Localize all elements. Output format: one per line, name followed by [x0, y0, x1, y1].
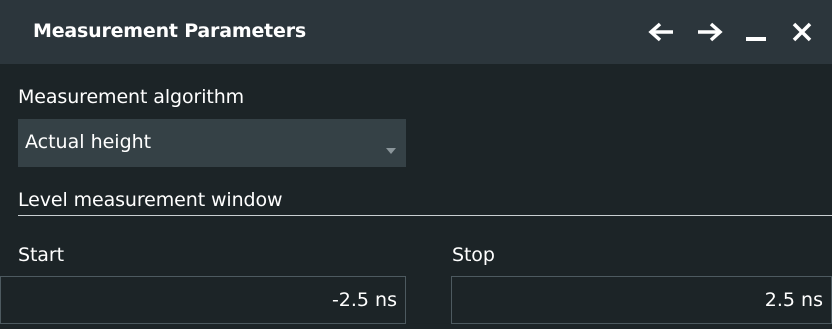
minimize-button[interactable] — [740, 14, 772, 50]
algorithm-dropdown[interactable]: Actual height — [18, 119, 406, 167]
algorithm-selected-value: Actual height — [25, 131, 152, 153]
dialog-title: Measurement Parameters — [33, 20, 306, 42]
forward-button[interactable] — [694, 14, 726, 50]
level-window-heading: Level measurement window — [18, 189, 283, 211]
start-input[interactable]: -2.5 ns — [0, 276, 406, 324]
algorithm-label: Measurement algorithm — [18, 86, 245, 108]
start-value: -2.5 ns — [331, 289, 397, 311]
dialog-titlebar: Measurement Parameters — [0, 0, 832, 64]
minimize-icon — [744, 20, 768, 44]
section-divider — [18, 215, 832, 216]
back-button[interactable] — [645, 14, 677, 50]
stop-input[interactable]: 2.5 ns — [451, 276, 832, 324]
start-label: Start — [18, 244, 64, 266]
stop-value: 2.5 ns — [764, 289, 823, 311]
close-icon — [791, 21, 813, 43]
arrow-right-icon — [697, 22, 723, 42]
chevron-down-icon — [386, 139, 396, 158]
measurement-parameters-dialog: Measurement Parameters Measurement algor… — [0, 0, 832, 329]
arrow-left-icon — [648, 22, 674, 42]
stop-label: Stop — [452, 244, 495, 266]
close-button[interactable] — [786, 14, 818, 50]
